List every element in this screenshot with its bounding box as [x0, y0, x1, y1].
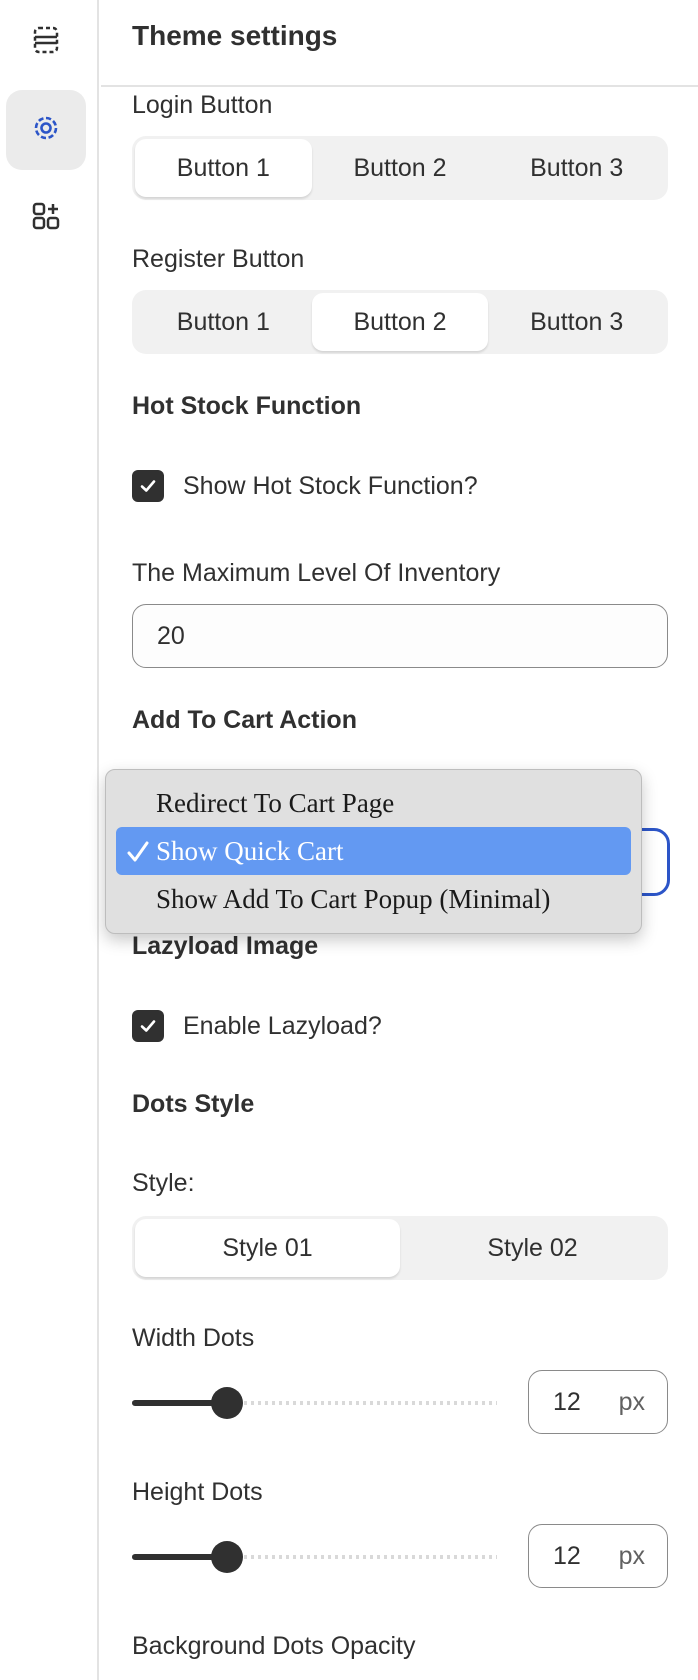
login-button-option-1[interactable]: Button 1 — [135, 139, 312, 197]
width-dots-unit: px — [618, 1387, 645, 1416]
max-inventory-input[interactable]: 20 — [132, 604, 668, 668]
height-dots-control: 12 px — [132, 1524, 668, 1588]
login-button-option-3[interactable]: Button 3 — [488, 139, 665, 197]
height-dots-value: 12 — [553, 1541, 581, 1570]
register-button-option-1[interactable]: Button 1 — [135, 293, 312, 351]
hot-stock-checkbox[interactable] — [132, 470, 164, 502]
lazyload-checkbox-row[interactable]: Enable Lazyload? — [132, 1010, 382, 1042]
background-dots-opacity-label: Background Dots Opacity — [132, 1632, 416, 1660]
dots-style-option-1[interactable]: Style 01 — [135, 1219, 400, 1277]
add-to-cart-dropdown-menu: Redirect To Cart Page Show Quick Cart Sh… — [105, 769, 642, 934]
gear-icon — [30, 112, 62, 149]
left-rail — [0, 0, 99, 1680]
sections-icon — [31, 25, 61, 60]
width-dots-value: 12 — [553, 1387, 581, 1416]
checkmark-icon — [127, 841, 149, 862]
register-button-label: Register Button — [132, 245, 305, 273]
dropdown-option-show-add-to-cart-popup[interactable]: Show Add To Cart Popup (Minimal) — [116, 875, 631, 923]
dots-style-option-2[interactable]: Style 02 — [400, 1219, 665, 1277]
login-button-segmented-control: Button 1 Button 2 Button 3 — [132, 136, 668, 200]
lazyload-checkbox-label: Enable Lazyload? — [183, 1011, 382, 1040]
height-dots-unit: px — [618, 1541, 645, 1570]
panel-header: Theme settings — [101, 0, 698, 87]
page-title: Theme settings — [132, 20, 338, 51]
dropdown-option-label: Show Add To Cart Popup (Minimal) — [156, 883, 551, 914]
register-button-option-2[interactable]: Button 2 — [311, 293, 489, 351]
login-button-label: Login Button — [132, 91, 273, 119]
apps-add-icon — [31, 201, 61, 236]
dropdown-option-show-quick-cart[interactable]: Show Quick Cart — [116, 827, 631, 875]
height-dots-slider-thumb[interactable] — [210, 1541, 243, 1573]
width-dots-label: Width Dots — [132, 1324, 255, 1352]
height-dots-label: Height Dots — [132, 1478, 263, 1506]
apps-button[interactable] — [6, 178, 86, 258]
dropdown-option-label: Show Quick Cart — [156, 835, 344, 866]
lazyload-checkbox[interactable] — [132, 1010, 164, 1042]
theme-settings-button[interactable] — [6, 90, 86, 170]
lazyload-heading: Lazyload Image — [132, 932, 319, 960]
dots-style-segmented-control: Style 01 Style 02 — [132, 1216, 668, 1280]
width-dots-control: 12 px — [132, 1370, 668, 1434]
add-to-cart-heading: Add To Cart Action — [132, 706, 357, 734]
width-dots-input[interactable]: 12 px — [528, 1370, 668, 1434]
max-inventory-value: 20 — [157, 621, 185, 650]
register-button-segmented-control: Button 1 Button 2 Button 3 — [132, 290, 668, 354]
register-button-option-3[interactable]: Button 3 — [488, 293, 665, 351]
width-dots-slider-thumb[interactable] — [210, 1387, 243, 1419]
checkmark-icon — [140, 1020, 156, 1032]
max-inventory-label: The Maximum Level Of Inventory — [132, 559, 501, 587]
dropdown-option-redirect-to-cart[interactable]: Redirect To Cart Page — [116, 779, 631, 827]
hot-stock-checkbox-label: Show Hot Stock Function? — [183, 471, 478, 500]
hot-stock-heading: Hot Stock Function — [132, 392, 362, 420]
dots-style-label: Style: — [132, 1169, 195, 1197]
checkmark-icon — [140, 480, 156, 492]
height-dots-input[interactable]: 12 px — [528, 1524, 668, 1588]
dropdown-option-label: Redirect To Cart Page — [156, 787, 395, 818]
dots-style-heading: Dots Style — [132, 1090, 255, 1118]
hot-stock-checkbox-row[interactable]: Show Hot Stock Function? — [132, 470, 478, 502]
sections-button[interactable] — [6, 2, 86, 82]
login-button-option-2[interactable]: Button 2 — [312, 139, 489, 197]
